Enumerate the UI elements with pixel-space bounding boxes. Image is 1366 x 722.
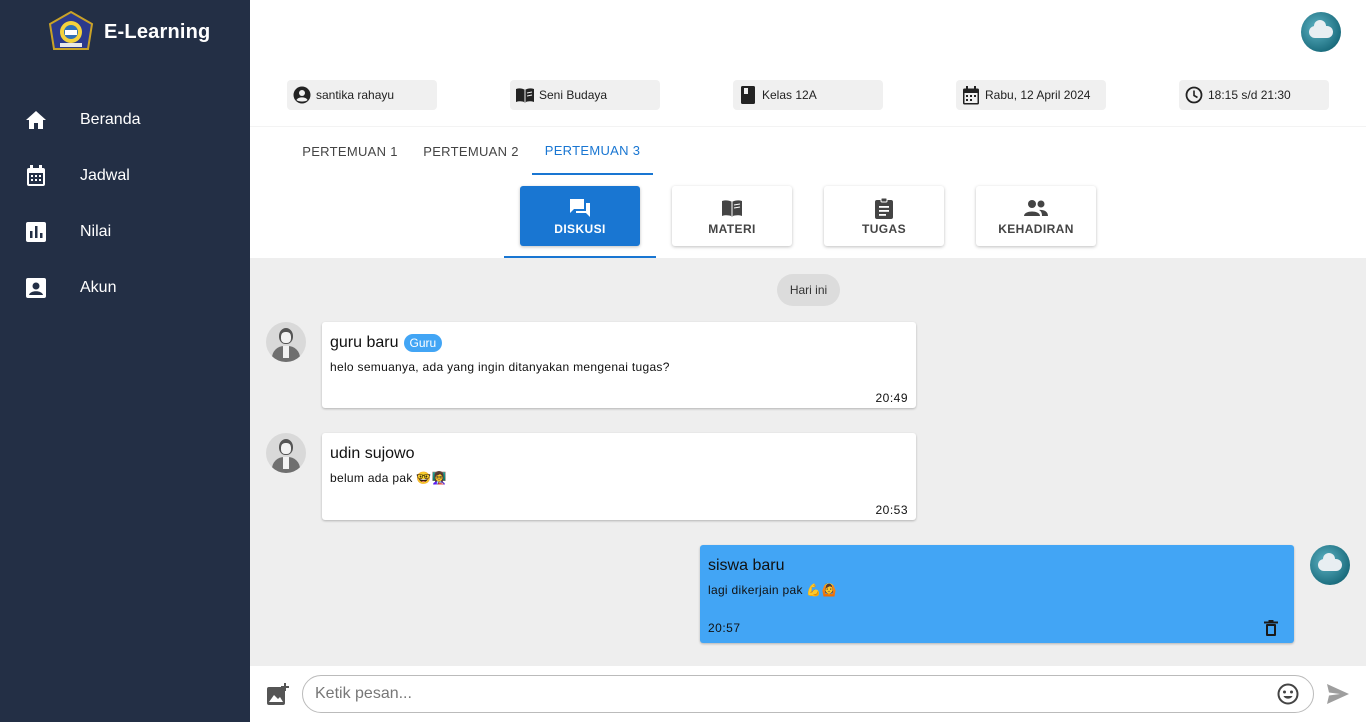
topbar — [250, 0, 1366, 70]
tab-pertemuan-2[interactable]: PERTEMUAN 2 — [411, 127, 531, 175]
message-sender: siswa baru — [708, 557, 785, 574]
meeting-tabs: PERTEMUAN 1 PERTEMUAN 2 PERTEMUAN 3 — [250, 126, 1366, 175]
message-input[interactable] — [315, 676, 1265, 712]
subject-chip: Seni Budaya — [510, 80, 660, 110]
subtab-label: DISKUSI — [554, 222, 606, 236]
chat-message: udin sujowo belum ada pak 🤓👩‍🏫 20:53 — [322, 433, 916, 520]
tab-kehadiran[interactable]: KEHADIRAN — [976, 186, 1096, 246]
tab-pertemuan-1[interactable]: PERTEMUAN 1 — [290, 127, 410, 175]
section-tabs: DISKUSI MATERI TUGAS KEHADIRAN — [250, 186, 1366, 258]
message-text: belum ada pak 🤓👩‍🏫 — [330, 471, 447, 485]
message-time: 20:49 — [875, 391, 908, 405]
sidebar-item-akun[interactable]: Akun — [0, 260, 250, 316]
message-text: lagi dikerjain pak 💪🙆 — [708, 583, 837, 597]
message-sender: udin sujowo — [330, 445, 415, 462]
message-time: 20:57 — [708, 621, 741, 635]
school-logo — [48, 11, 94, 50]
tab-tugas[interactable]: TUGAS — [824, 186, 944, 246]
message-sender: guru baru — [330, 334, 399, 351]
sender-avatar — [266, 433, 306, 473]
brand-name: E-Learning — [104, 20, 211, 43]
teacher-name: santika rahayu — [316, 88, 395, 102]
session-time: 18:15 s/d 21:30 — [1208, 88, 1291, 102]
class-name: Kelas 12A — [762, 88, 817, 102]
brand[interactable]: E-Learning — [48, 10, 210, 54]
discussion-thread: Hari ini guru baru Guru helo semuanya, a… — [250, 258, 1366, 666]
date-chip: Rabu, 12 April 2024 — [956, 80, 1106, 110]
sidebar-nav: Beranda Jadwal Nilai Akun — [0, 92, 250, 316]
tab-materi[interactable]: MATERI — [672, 186, 792, 246]
book-icon — [738, 85, 758, 105]
subject-name: Seni Budaya — [539, 88, 608, 102]
home-icon — [25, 109, 47, 131]
chat-message: guru baru Guru helo semuanya, ada yang i… — [322, 322, 916, 408]
account-circle-icon — [292, 85, 312, 105]
account-box-icon — [25, 277, 47, 299]
message-time: 20:53 — [875, 503, 908, 517]
clock-icon — [1184, 85, 1204, 105]
user-avatar[interactable] — [1301, 12, 1341, 52]
role-badge: Guru — [403, 334, 443, 352]
chat-message-own: siswa baru lagi dikerjain pak 💪🙆 20:57 — [700, 545, 1294, 643]
sidebar-item-label: Jadwal — [80, 167, 130, 184]
tab-pertemuan-3[interactable]: PERTEMUAN 3 — [532, 127, 653, 175]
add-photo-icon[interactable] — [267, 683, 289, 705]
subtab-label: TUGAS — [862, 222, 906, 236]
bar-chart-icon — [25, 221, 47, 243]
own-avatar — [1310, 545, 1350, 585]
emoji-icon[interactable] — [1277, 683, 1299, 705]
session-date: Rabu, 12 April 2024 — [985, 88, 1091, 102]
assignment-icon — [872, 196, 896, 220]
class-info-bar: santika rahayu Seni Budaya Kelas 12A Rab… — [287, 80, 1329, 110]
time-chip: 18:15 s/d 21:30 — [1179, 80, 1329, 110]
subtab-label: MATERI — [708, 222, 756, 236]
sidebar-item-beranda[interactable]: Beranda — [0, 92, 250, 148]
sidebar-item-nilai[interactable]: Nilai — [0, 204, 250, 260]
message-composer — [250, 666, 1366, 722]
delete-icon[interactable] — [1264, 620, 1278, 636]
forum-icon — [568, 196, 592, 220]
message-input-wrapper — [302, 675, 1314, 713]
sidebar-item-label: Akun — [80, 279, 117, 296]
tab-diskusi[interactable]: DISKUSI — [520, 186, 640, 246]
sidebar: E-Learning Beranda Jadwal Nilai Akun — [0, 0, 250, 722]
calendar-icon — [961, 85, 981, 105]
sidebar-item-label: Nilai — [80, 223, 112, 240]
people-icon — [1024, 196, 1048, 220]
sidebar-item-label: Beranda — [80, 111, 141, 128]
calendar-icon — [25, 165, 47, 187]
sidebar-item-jadwal[interactable]: Jadwal — [0, 148, 250, 204]
send-icon[interactable] — [1326, 683, 1350, 705]
message-text: helo semuanya, ada yang ingin ditanyakan… — [330, 360, 670, 374]
teacher-chip: santika rahayu — [287, 80, 437, 110]
subtab-label: KEHADIRAN — [998, 222, 1074, 236]
class-chip: Kelas 12A — [733, 80, 883, 110]
day-separator: Hari ini — [777, 274, 840, 306]
sender-avatar — [266, 322, 306, 362]
book-open-icon — [515, 85, 535, 105]
main-area: santika rahayu Seni Budaya Kelas 12A Rab… — [250, 0, 1366, 722]
book-open-icon — [720, 196, 744, 220]
